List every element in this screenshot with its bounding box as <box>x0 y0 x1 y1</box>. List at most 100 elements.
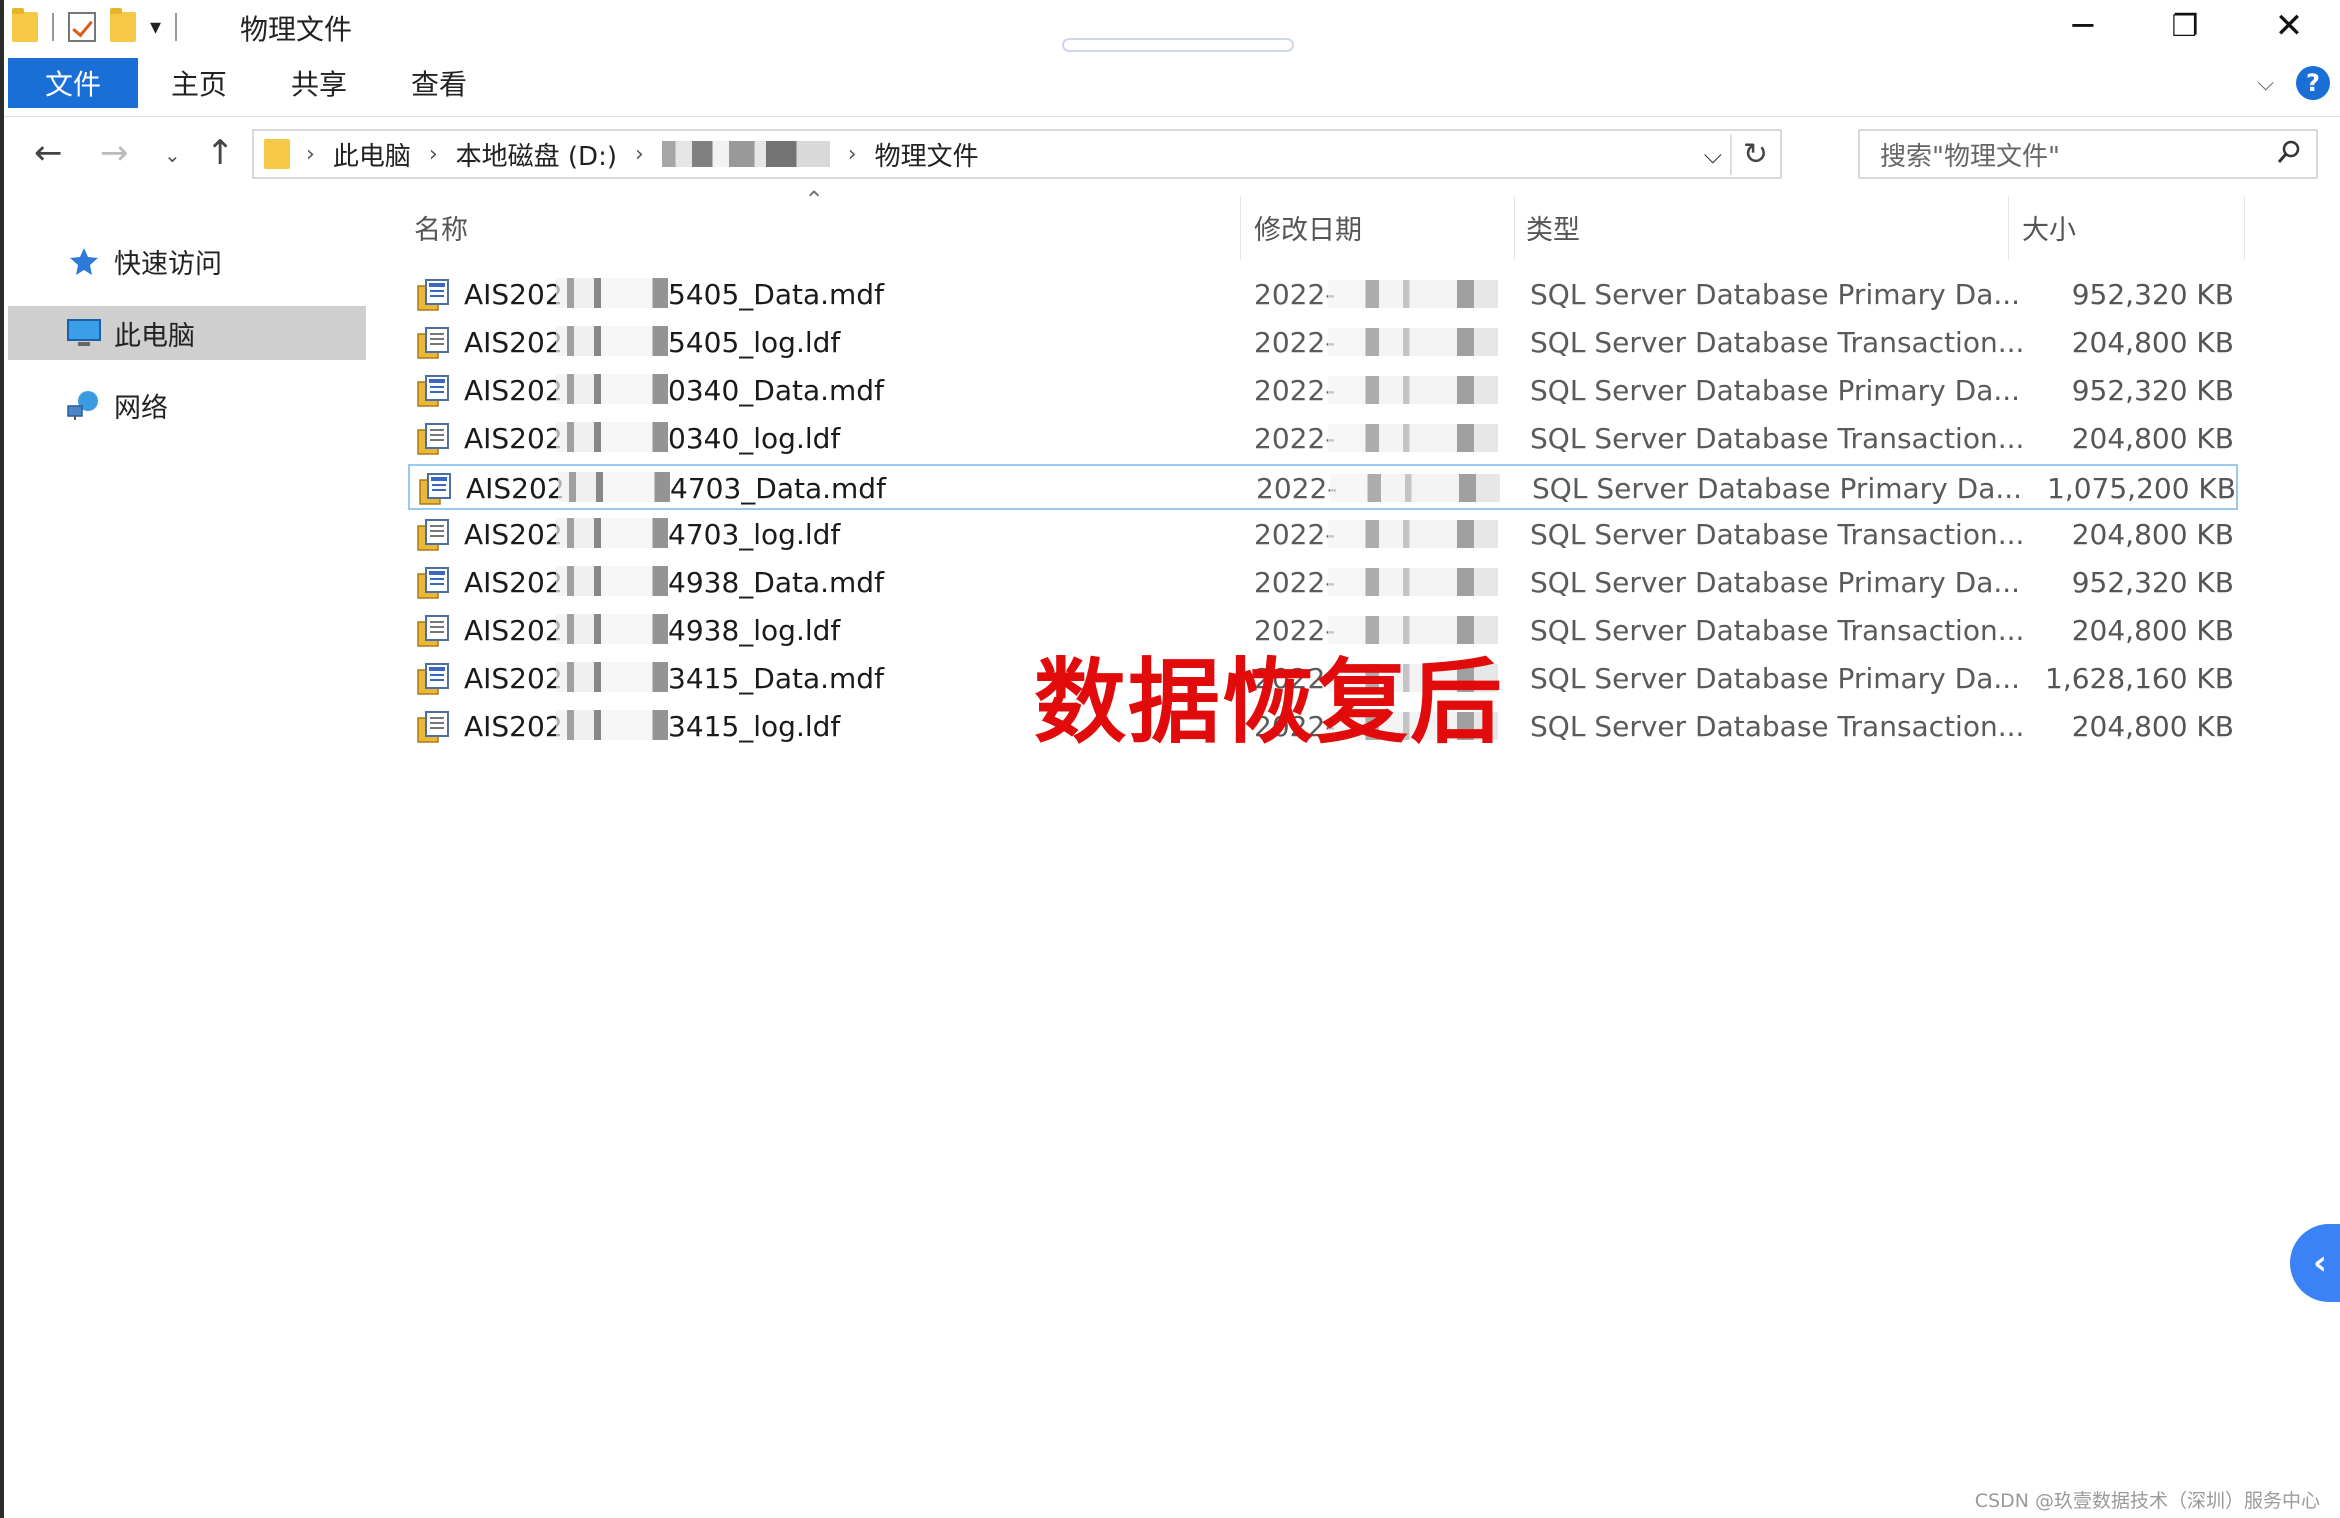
breadcrumb-redacted[interactable] <box>661 141 830 167</box>
recent-locations-button[interactable]: ⌄ <box>164 143 181 167</box>
nav-quick-access[interactable]: 快速访问 <box>8 234 366 288</box>
new-folder-icon[interactable] <box>110 8 136 42</box>
breadcrumb-separator[interactable]: › <box>635 142 644 167</box>
file-name-prefix: AIS202 <box>464 566 563 599</box>
address-history-dropdown[interactable]: ⌵ <box>1704 141 1722 169</box>
table-row[interactable]: AIS202 0340_log.ldf 2022- SQL Server Databa… <box>408 416 2238 462</box>
redacted-name-segment <box>556 566 668 596</box>
expand-ribbon-icon[interactable]: ⌵ <box>2257 71 2274 96</box>
file-name-prefix: AIS202 <box>466 472 565 505</box>
redacted-date-segment <box>1328 280 1498 308</box>
file-type: SQL Server Database Transaction... <box>1530 422 2025 455</box>
back-button[interactable]: ← <box>34 133 63 173</box>
redacted-date-segment <box>1328 568 1498 596</box>
redacted-name-segment <box>556 422 668 452</box>
network-icon <box>66 387 102 423</box>
table-row[interactable]: AIS202 0340_Data.mdf 2022- SQL Server Datab… <box>408 368 2238 414</box>
redacted-name-segment <box>556 374 668 404</box>
file-size: 952,320 KB <box>2071 278 2234 311</box>
breadcrumb-this-pc[interactable]: 此电脑 <box>333 136 411 173</box>
database-file-icon <box>419 473 451 505</box>
table-row[interactable]: AIS202 5405_log.ldf 2022- SQL Server Databa… <box>408 320 2238 366</box>
file-name-suffix: 5405_log.ldf <box>668 326 841 359</box>
column-header-name[interactable]: 名称 <box>414 208 468 247</box>
tab-home[interactable]: 主页 <box>154 58 244 108</box>
side-expand-tab[interactable]: ‹ <box>2290 1224 2340 1302</box>
file-type: SQL Server Database Transaction... <box>1530 326 2025 359</box>
breadcrumb-current-folder[interactable]: 物理文件 <box>875 136 979 173</box>
restore-button[interactable]: ❐ <box>2140 0 2230 52</box>
file-size: 204,800 KB <box>2071 422 2234 455</box>
properties-icon[interactable] <box>68 12 96 42</box>
redacted-name-segment <box>558 472 670 502</box>
column-header-type[interactable]: 类型 <box>1526 208 1580 247</box>
help-icon[interactable]: ? <box>2296 66 2330 100</box>
modified-date: 2022- <box>1254 518 1336 551</box>
breadcrumb-separator[interactable]: › <box>306 142 315 167</box>
file-type: SQL Server Database Primary Da... <box>1530 374 2021 407</box>
column-divider[interactable] <box>2008 196 2009 260</box>
minimize-button[interactable]: ─ <box>2038 0 2128 52</box>
file-name-prefix: AIS202 <box>464 518 563 551</box>
redacted-name-segment <box>556 614 668 644</box>
nav-network[interactable]: 网络 <box>8 378 366 432</box>
title-bar-handle <box>1062 38 1294 52</box>
title-bar: ▾ 物理文件 ─ ❐ ✕ <box>4 0 2340 52</box>
database-file-icon <box>417 279 449 311</box>
column-divider[interactable] <box>1240 196 1241 260</box>
refresh-button[interactable]: ↻ <box>1743 137 1768 172</box>
redacted-name-segment <box>556 326 668 356</box>
up-button[interactable]: ↑ <box>206 133 235 173</box>
close-button[interactable]: ✕ <box>2244 0 2334 52</box>
database-file-icon <box>417 567 449 599</box>
modified-date: 2022- <box>1254 374 1336 407</box>
tab-share[interactable]: 共享 <box>274 58 364 108</box>
file-type: SQL Server Database Transaction... <box>1530 710 2025 743</box>
qat-divider <box>175 13 178 41</box>
redacted-name-segment <box>556 518 668 548</box>
log-file-icon <box>417 615 449 647</box>
qat-divider <box>52 13 54 41</box>
log-file-icon <box>417 327 449 359</box>
nav-label: 快速访问 <box>114 248 222 280</box>
breadcrumb-separator[interactable]: › <box>429 142 438 167</box>
address-divider <box>1730 135 1732 175</box>
forward-button[interactable]: → <box>100 133 129 173</box>
table-row[interactable]: AIS202 4703_log.ldf 2022- SQL Server Databa… <box>408 512 2238 558</box>
ribbon-tabs: 文件 主页 共享 查看 ⌵ ? <box>4 52 2340 108</box>
file-name-suffix: 0340_log.ldf <box>668 422 841 455</box>
column-header-date[interactable]: 修改日期 <box>1254 208 1362 247</box>
table-row[interactable]: AIS202 4938_Data.mdf 2022- SQL Server Datab… <box>408 560 2238 606</box>
file-name-prefix: AIS202 <box>464 278 563 311</box>
column-divider[interactable] <box>1514 196 1515 260</box>
modified-date: 2022- <box>1254 422 1336 455</box>
table-row[interactable]: AIS202 5405_Data.mdf 2022- SQL Server Datab… <box>408 272 2238 318</box>
file-type: SQL Server Database Primary Da... <box>1530 278 2021 311</box>
file-name-suffix: 4938_log.ldf <box>668 614 841 647</box>
breadcrumb-local-disk[interactable]: 本地磁盘 (D:) <box>456 136 617 173</box>
modified-date: 2022- <box>1256 472 1338 505</box>
tab-view[interactable]: 查看 <box>394 58 484 108</box>
search-icon <box>2277 140 2300 163</box>
table-row[interactable]: AIS202 4703_Data.mdf 2022- SQL Server Datab… <box>408 464 2238 510</box>
search-box[interactable]: 搜索"物理文件" <box>1858 129 2318 179</box>
tab-file[interactable]: 文件 <box>8 58 138 108</box>
column-divider[interactable] <box>2244 196 2245 260</box>
nav-this-pc[interactable]: 此电脑 <box>8 306 366 360</box>
window-title: 物理文件 <box>240 13 353 46</box>
column-header-size[interactable]: 大小 <box>2022 208 2076 247</box>
collapse-chevron-icon[interactable]: ⌃ <box>804 186 824 214</box>
file-size: 1,628,160 KB <box>2045 662 2234 695</box>
file-name-prefix: AIS202 <box>464 614 563 647</box>
quick-access-toolbar: ▾ <box>12 8 178 46</box>
customize-qat-dropdown[interactable]: ▾ <box>150 15 161 40</box>
navigation-bar: ← → ⌄ ↑ › 此电脑 › 本地磁盘 (D:) › › 物理文件 ⌵ ↻ 搜… <box>4 116 2340 188</box>
breadcrumb-separator[interactable]: › <box>848 142 857 167</box>
redacted-name-segment <box>556 278 668 308</box>
search-input[interactable]: 搜索"物理文件" <box>1880 136 2060 173</box>
redacted-date-segment <box>1328 328 1498 356</box>
redacted-date-segment <box>1330 474 1500 502</box>
file-type: SQL Server Database Primary Da... <box>1532 472 2023 505</box>
file-name-prefix: AIS202 <box>464 422 563 455</box>
address-bar[interactable]: › 此电脑 › 本地磁盘 (D:) › › 物理文件 ⌵ ↻ <box>252 129 1782 179</box>
